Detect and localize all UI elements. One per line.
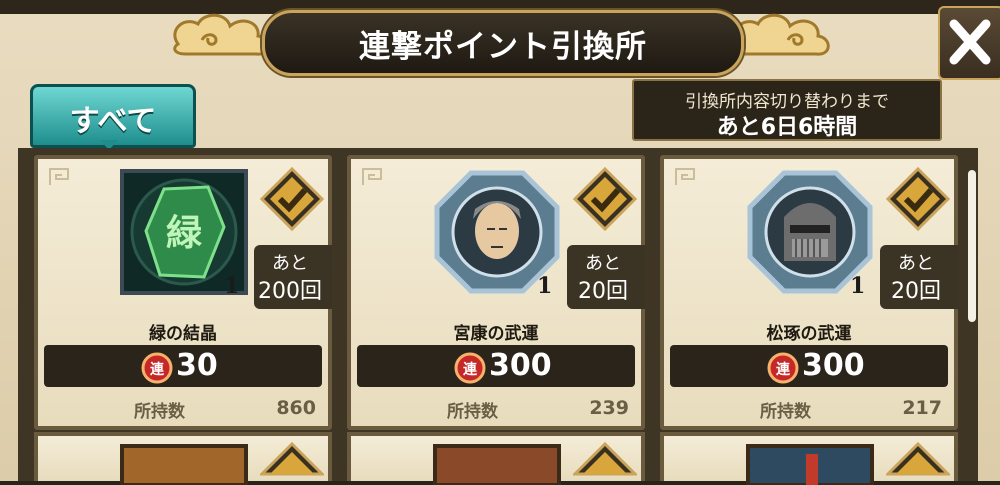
owned-count: 239: [589, 397, 629, 419]
remaining-count: 20回: [578, 279, 628, 304]
owned-label: 所持数: [447, 402, 498, 422]
price-bar[interactable]: 連 300: [670, 345, 948, 387]
remaining-count: 200回: [258, 279, 322, 304]
remaining-label: あと: [272, 253, 308, 274]
title-banner: 連撃ポイント引換所: [262, 10, 744, 76]
remaining-count: 20回: [891, 279, 941, 304]
item-quantity: 1: [224, 273, 240, 299]
svg-text:連: 連: [776, 361, 791, 378]
check-diamond-icon[interactable]: [260, 442, 324, 485]
item-name: 緑の結晶: [149, 324, 217, 344]
shop-item-card-partial[interactable]: [660, 432, 958, 485]
shop-item-card-partial[interactable]: [34, 432, 332, 485]
check-diamond-icon[interactable]: [573, 442, 637, 485]
tab-all[interactable]: すべて: [30, 84, 196, 148]
tab-all-label: すべて: [69, 104, 157, 139]
price-bar[interactable]: 連 300: [357, 345, 635, 387]
owned-count: 217: [902, 397, 942, 419]
corner-pattern-icon: [362, 168, 382, 185]
close-icon: [949, 19, 991, 65]
check-diamond-icon[interactable]: [886, 442, 950, 485]
item-quantity: 1: [537, 273, 553, 299]
svg-text:連: 連: [150, 361, 165, 378]
item-price: 300: [802, 348, 865, 383]
svg-text:連: 連: [463, 361, 478, 378]
shop-item-card[interactable]: 緑 あと 200回 1 緑の結晶 連 30 所持数 860: [34, 155, 332, 430]
check-diamond-icon[interactable]: [260, 167, 324, 231]
remaining-exchanges: あと 20回: [880, 245, 958, 309]
timer-remaining: あと6日6時間: [716, 115, 858, 140]
remaining-label: あと: [898, 253, 934, 274]
combo-point-icon: 連: [767, 352, 799, 384]
corner-pattern-icon: [49, 168, 69, 185]
item-name: 宮康の武運: [453, 324, 539, 344]
item-thumbnail-icon: [120, 444, 248, 485]
owned-label: 所持数: [134, 402, 185, 422]
remaining-exchanges: あと 20回: [567, 245, 645, 309]
owned-count: 860: [276, 397, 316, 419]
refresh-timer: 引換所内容切り替わりまで あと6日6時間: [632, 79, 942, 141]
item-price: 300: [489, 348, 552, 383]
item-quantity: 1: [850, 273, 866, 299]
page-title: 連撃ポイント引換所: [359, 29, 647, 65]
corner-pattern-icon: [675, 168, 695, 185]
combo-point-icon: 連: [454, 352, 486, 384]
combo-point-icon: 連: [141, 352, 173, 384]
shop-item-card-partial[interactable]: [347, 432, 645, 485]
item-name: 松琢の武運: [766, 324, 852, 344]
close-button[interactable]: [938, 6, 1000, 80]
cloud-ornament-right-icon: [733, 13, 830, 56]
remaining-label: あと: [585, 253, 621, 274]
scrollbar[interactable]: [968, 170, 976, 322]
remaining-exchanges: あと 200回: [254, 245, 332, 309]
price-bar[interactable]: 連 30: [44, 345, 322, 387]
check-diamond-icon[interactable]: [573, 167, 637, 231]
shop-item-card[interactable]: あと 20回 1 松琢の武運 連 300 所持数 217: [660, 155, 958, 430]
cloud-ornament-left-icon: [173, 13, 270, 56]
owned-label: 所持数: [760, 402, 811, 422]
svg-text:緑: 緑: [166, 213, 203, 254]
shop-item-card[interactable]: あと 20回 1 宮康の武運 連 300 所持数 239: [347, 155, 645, 430]
check-diamond-icon[interactable]: [886, 167, 950, 231]
item-thumbnail-icon: [746, 444, 874, 485]
item-thumbnail-icon: [433, 444, 561, 485]
item-price: 30: [176, 348, 218, 383]
